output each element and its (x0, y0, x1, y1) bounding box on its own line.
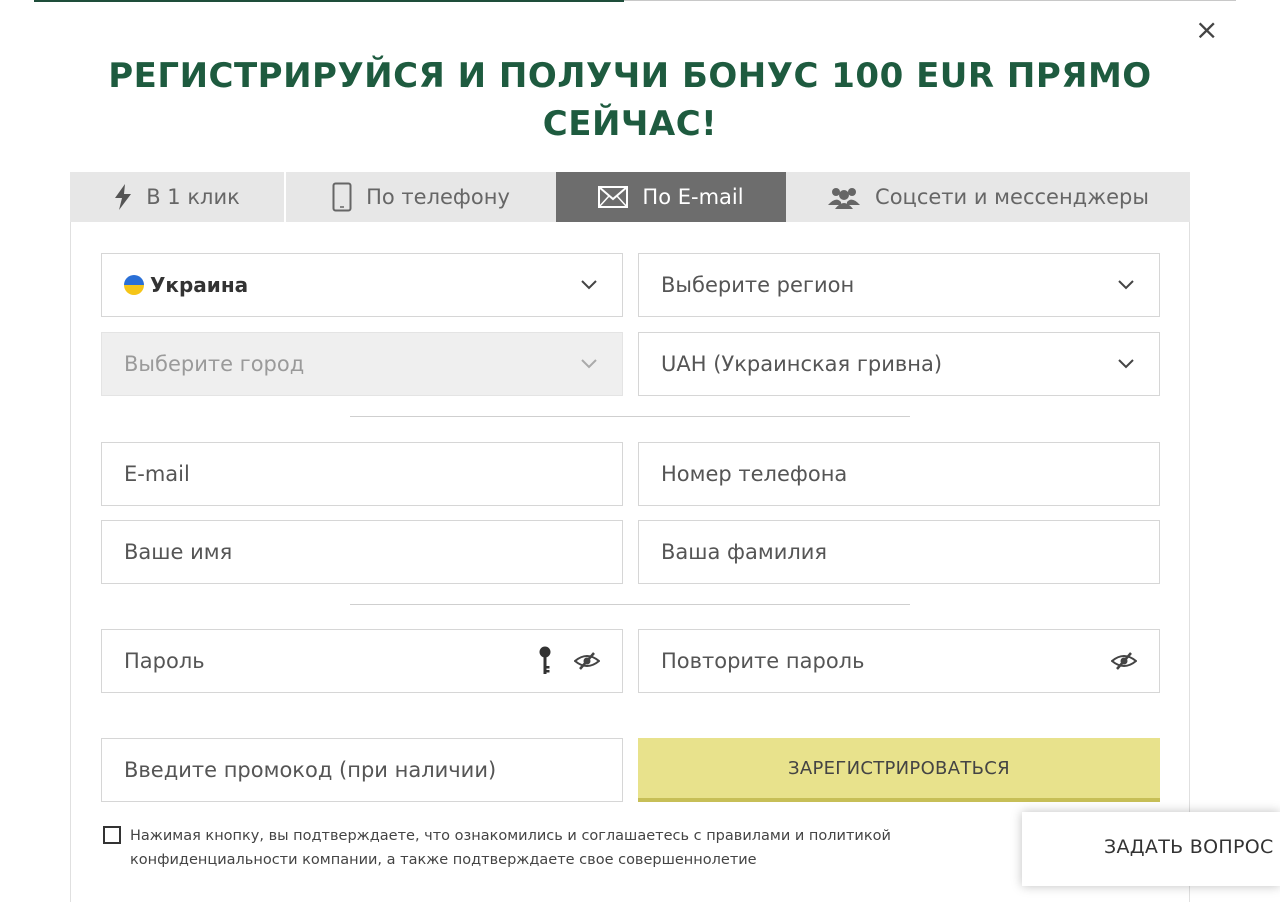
phone-field[interactable]: Номер телефона (638, 442, 1160, 506)
consent-checkbox[interactable] (103, 826, 121, 844)
chevron-down-icon (578, 274, 600, 296)
ask-question-button[interactable]: ЗАДАТЬ ВОПРОС (1022, 812, 1280, 886)
email-field[interactable]: E-mail (101, 442, 623, 506)
city-select: Выберите город (101, 332, 623, 396)
section-divider (350, 604, 910, 605)
tab-phone[interactable]: По телефону (286, 172, 556, 222)
first-name-placeholder: Ваше имя (124, 540, 233, 564)
tab-email[interactable]: По E-mail (556, 172, 786, 222)
close-icon[interactable]: × (1195, 16, 1218, 44)
ask-question-label: ЗАДАТЬ ВОПРОС (1104, 836, 1274, 858)
promo-code-field[interactable]: Введите промокод (при наличии) (101, 738, 623, 802)
top-divider (34, 0, 624, 2)
country-value: Украина (150, 273, 249, 297)
tab-social[interactable]: Соцсети и мессенджеры (786, 172, 1190, 222)
ukraine-flag-icon (124, 275, 144, 295)
country-select[interactable]: Украина (101, 253, 623, 317)
city-placeholder: Выберите город (124, 352, 305, 376)
tab-label: В 1 клик (146, 185, 240, 209)
envelope-icon (598, 186, 629, 208)
tab-one-click[interactable]: В 1 клик (70, 172, 286, 222)
register-button[interactable]: ЗАРЕГИСТРИРОВАТЬСЯ (638, 738, 1160, 802)
password-field[interactable]: Пароль (101, 629, 623, 693)
users-icon (827, 185, 861, 209)
tab-label: Соцсети и мессенджеры (875, 185, 1149, 209)
region-placeholder: Выберите регион (661, 273, 855, 297)
email-placeholder: E-mail (124, 462, 190, 486)
promo-placeholder: Введите промокод (при наличии) (124, 758, 497, 782)
key-icon[interactable] (538, 646, 552, 676)
password-repeat-placeholder: Повторите пароль (661, 649, 865, 673)
consent-text: Нажимая кнопку, вы подтверждаете, что оз… (130, 828, 891, 868)
section-divider (350, 416, 910, 417)
tab-label: По телефону (366, 185, 510, 209)
phone-placeholder: Номер телефона (661, 462, 848, 486)
registration-tabs: В 1 клик По телефону По E-mail Соцсети и… (70, 172, 1190, 222)
password-placeholder: Пароль (124, 649, 205, 673)
region-select[interactable]: Выберите регион (638, 253, 1160, 317)
modal-title: РЕГИСТРИРУЙСЯ И ПОЛУЧИ БОНУС 100 EUR ПРЯ… (108, 56, 1152, 144)
chevron-down-icon (578, 353, 600, 375)
phone-icon (332, 182, 352, 212)
last-name-placeholder: Ваша фамилия (661, 540, 828, 564)
currency-value: UAH (Украинская гривна) (661, 352, 943, 376)
lightning-icon (114, 184, 132, 210)
password-repeat-field[interactable]: Повторите пароль (638, 629, 1160, 693)
currency-select[interactable]: UAH (Украинская гривна) (638, 332, 1160, 396)
chevron-down-icon (1115, 274, 1137, 296)
eye-slash-icon[interactable] (1111, 651, 1137, 671)
tab-label: По E-mail (642, 185, 744, 209)
last-name-field[interactable]: Ваша фамилия (638, 520, 1160, 584)
first-name-field[interactable]: Ваше имя (101, 520, 623, 584)
top-divider-light (624, 0, 1236, 1)
eye-slash-icon[interactable] (574, 651, 600, 671)
chevron-down-icon (1115, 353, 1137, 375)
